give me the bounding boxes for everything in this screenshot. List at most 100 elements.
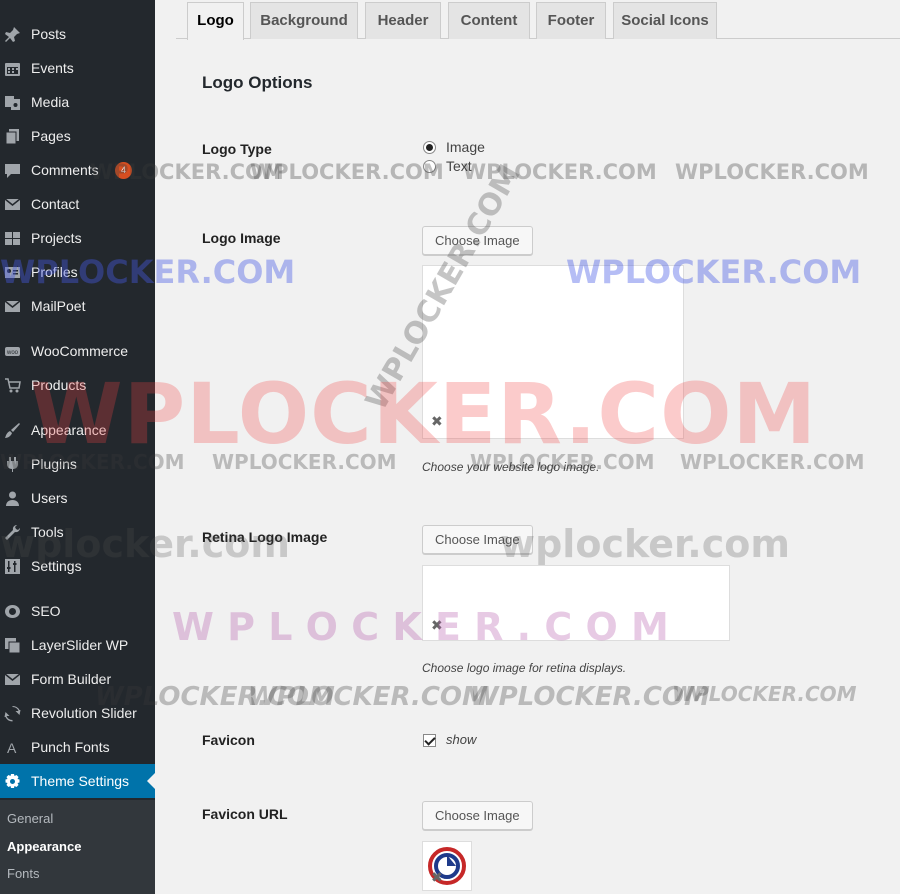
retina-logo-label: Retina Logo Image — [202, 529, 328, 545]
tab-content[interactable]: Content — [448, 2, 530, 39]
font-a-icon: A — [4, 739, 21, 756]
media-icon — [4, 94, 21, 111]
sidebar-item-products[interactable]: Products — [0, 368, 155, 402]
favicon-choose-image-button[interactable]: Choose Image — [422, 801, 533, 830]
sliders-icon — [4, 558, 21, 575]
retina-choose-image-button[interactable]: Choose Image — [422, 525, 533, 554]
sidebar-item-label: Form Builder — [31, 671, 112, 687]
logo-type-label: Logo Type — [202, 141, 272, 157]
user-icon — [4, 490, 21, 507]
sidebar-item-theme-settings[interactable]: Theme Settings — [0, 764, 155, 798]
svg-text:A: A — [7, 740, 17, 756]
sidebar-item-pages[interactable]: Pages — [0, 119, 155, 153]
sidebar-item-layerslider-wp[interactable]: LayerSlider WP — [0, 628, 155, 662]
sidebar-item-punch-fonts[interactable]: A Punch Fonts — [0, 730, 155, 764]
retina-logo-description: Choose logo image for retina displays. — [422, 661, 627, 675]
cart-icon — [4, 377, 21, 394]
sidebar-item-label: Media — [31, 94, 70, 110]
id-card-icon — [4, 264, 21, 281]
sidebar-item-plugins[interactable]: Plugins — [0, 447, 155, 481]
envelope-icon — [4, 671, 21, 688]
sidebar-item-label: Plugins — [31, 456, 77, 472]
logo-type-image-option[interactable]: Image — [423, 139, 485, 155]
favicon-preview: ✖ — [422, 841, 472, 891]
logo-type-text-radio[interactable] — [423, 159, 436, 173]
sidebar-item-woocommerce[interactable]: woo WooCommerce — [0, 334, 155, 368]
sidebar-item-form-builder[interactable]: Form Builder — [0, 662, 155, 696]
envelope-icon — [4, 298, 21, 315]
logo-type-image-radio[interactable] — [423, 140, 436, 154]
sidebar-item-contact[interactable]: Contact — [0, 187, 155, 221]
sidebar-item-appearance[interactable]: Appearance — [0, 413, 155, 447]
tab-social-icons[interactable]: Social Icons — [613, 2, 717, 39]
logo-type-image-label: Image — [446, 139, 485, 155]
sidebar-item-profiles[interactable]: Profiles — [0, 255, 155, 289]
sidebar-item-label: Punch Fonts — [31, 739, 110, 755]
tab-footer[interactable]: Footer — [536, 2, 606, 39]
logo-choose-image-button[interactable]: Choose Image — [422, 226, 533, 255]
seo-icon — [4, 603, 21, 620]
remove-logo-icon[interactable]: ✖ — [431, 413, 443, 430]
tab-header[interactable]: Header — [365, 2, 441, 39]
sidebar-item-label: Users — [31, 490, 68, 506]
sidebar-item-label: Products — [31, 377, 87, 393]
sidebar-item-comments[interactable]: Comments 4 — [0, 153, 155, 187]
watermark-text: WPLOCKER.COM — [463, 160, 657, 184]
watermark-text: WPLOCKER.COM — [675, 160, 869, 184]
sidebar-item-media[interactable]: Media — [0, 85, 155, 119]
sidebar-item-tools[interactable]: Tools — [0, 515, 155, 549]
svg-text:woo: woo — [6, 350, 19, 356]
sidebar-item-label: Tools — [31, 524, 64, 540]
sidebar-item-label: Comments — [31, 162, 99, 178]
woo-icon: woo — [4, 343, 21, 360]
sidebar-item-projects[interactable]: Projects — [0, 221, 155, 255]
sidebar-item-label: Appearance — [31, 422, 107, 438]
logo-image-label: Logo Image — [202, 230, 281, 246]
logo-image-preview: ✖ — [422, 265, 684, 439]
sidebar-item-seo[interactable]: SEO — [0, 594, 155, 628]
remove-favicon-icon[interactable]: ✖ — [431, 869, 443, 886]
tab-logo[interactable]: Logo — [187, 2, 244, 40]
sidebar-item-label: WooCommerce — [31, 343, 128, 359]
refresh-icon — [4, 705, 21, 722]
comment-icon — [4, 162, 21, 179]
favicon-show-label: show — [446, 732, 477, 747]
sidebar-item-settings[interactable]: Settings — [0, 549, 155, 583]
comment-count-badge: 4 — [115, 162, 132, 179]
submenu-general[interactable]: General — [7, 811, 53, 826]
sidebar-item-label: Projects — [31, 230, 82, 246]
portfolio-icon — [4, 230, 21, 247]
sidebar-item-posts[interactable]: Posts — [0, 17, 155, 51]
plug-icon — [4, 456, 21, 473]
admin-sidebar: Posts Events Media Pages Comments 4 Contact Pro… — [0, 0, 155, 894]
watermark-text: WPLOCKER.COM — [470, 682, 710, 712]
envelope-icon — [4, 196, 21, 213]
sidebar-item-events[interactable]: Events — [0, 51, 155, 85]
wrench-icon — [4, 524, 21, 541]
sidebar-item-label: Posts — [31, 26, 67, 42]
sidebar-item-users[interactable]: Users — [0, 481, 155, 515]
watermark-text: WPLOCKER.COM — [212, 450, 397, 474]
brush-icon — [4, 422, 21, 439]
submenu-appearance[interactable]: Appearance — [7, 839, 81, 854]
sidebar-item-label: Settings — [31, 558, 82, 574]
sidebar-item-label: Theme Settings — [31, 773, 130, 789]
sidebar-item-revolution-slider[interactable]: Revolution Slider — [0, 696, 155, 730]
logo-type-text-label: Text — [446, 158, 472, 174]
favicon-label: Favicon — [202, 732, 255, 748]
section-title: Logo Options — [202, 73, 313, 92]
favicon-show-checkbox[interactable] — [423, 734, 436, 747]
sidebar-item-label: SEO — [31, 603, 61, 619]
sidebar-item-label: Revolution Slider — [31, 705, 137, 721]
remove-retina-logo-icon[interactable]: ✖ — [431, 617, 443, 634]
pin-icon — [4, 26, 21, 43]
tab-background[interactable]: Background — [250, 2, 358, 39]
sidebar-item-label: LayerSlider WP — [31, 637, 129, 653]
watermark-text: WPLOCKER.COM — [248, 682, 488, 712]
submenu-fonts[interactable]: Fonts — [7, 866, 40, 881]
watermark-text: WPLOCKER.COM — [672, 682, 857, 706]
sidebar-item-mailpoet[interactable]: MailPoet — [0, 289, 155, 323]
favicon-url-label: Favicon URL — [202, 806, 288, 822]
logo-type-text-option[interactable]: Text — [423, 158, 472, 174]
retina-logo-preview: ✖ — [422, 565, 730, 641]
